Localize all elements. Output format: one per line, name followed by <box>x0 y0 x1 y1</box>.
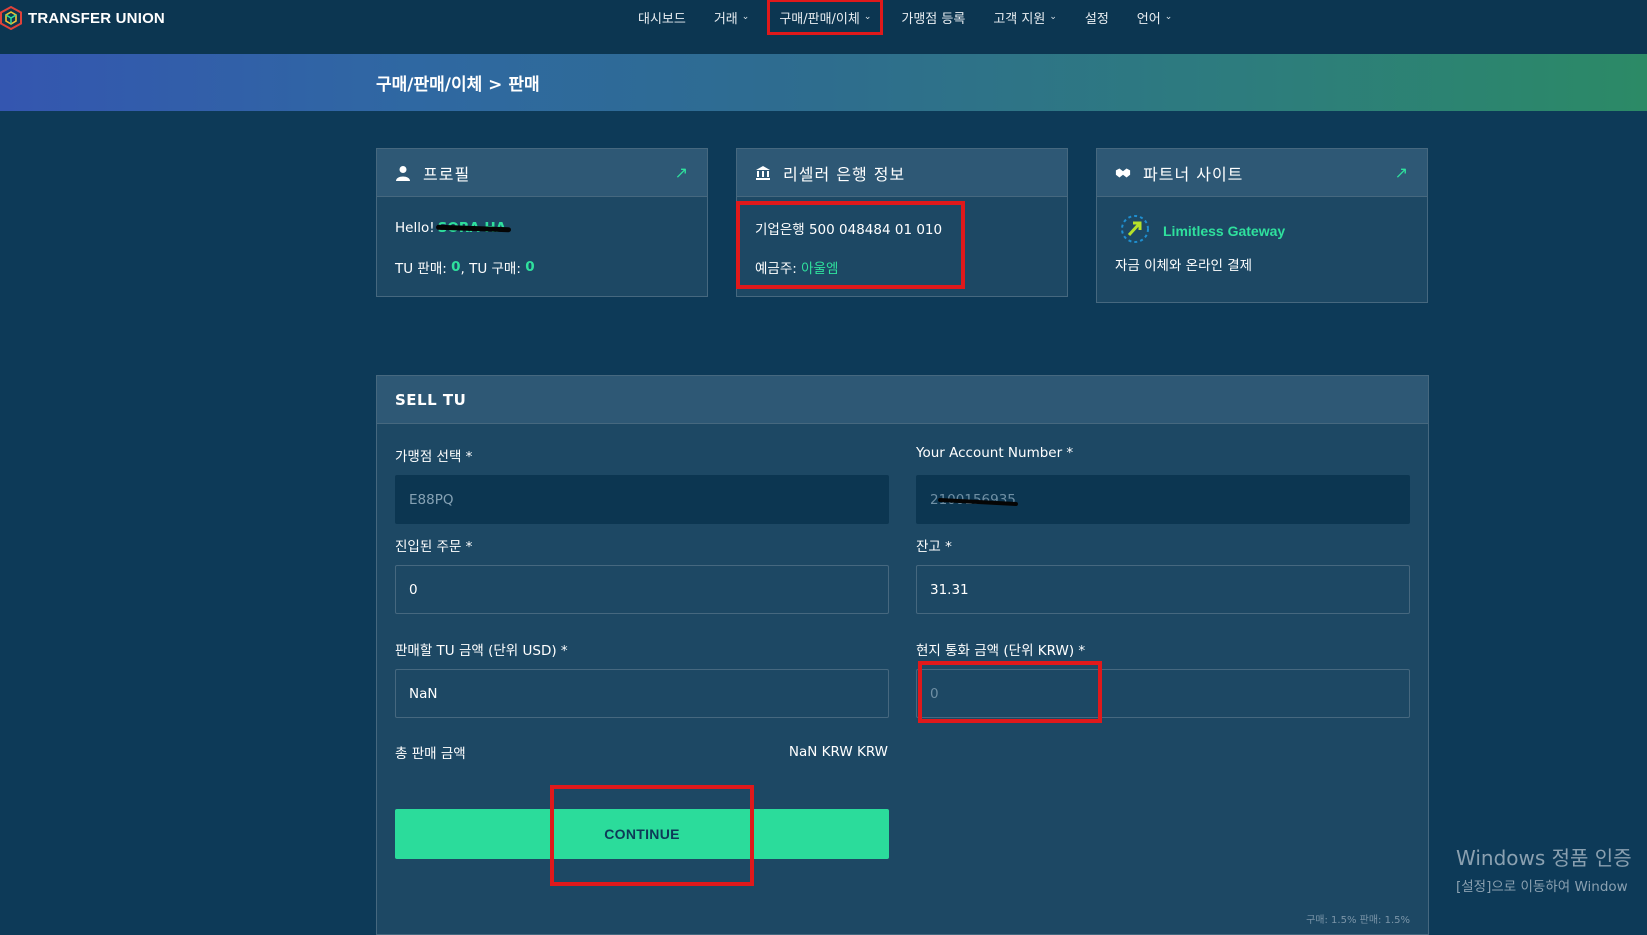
partner-card-title: 파트너 사이트 <box>1143 164 1244 184</box>
windows-activation-watermark: Windows 정품 인증 [설정]으로 이동하여 Window <box>1456 842 1632 895</box>
nav-label: 설정 <box>1084 11 1109 27</box>
main-nav: 대시보드 거래 ⌄ 구매/판매/이체 ⌄ 가맹점 등록 고객 지원 ⌄ 설정 언어 ⌄ <box>630 0 1192 35</box>
tu-sell-label: TU 판매: <box>395 261 447 277</box>
account-number-value: 2100156935 <box>930 491 1016 508</box>
profile-card-header: 프로필 ↗ <box>377 149 707 197</box>
sell-tu-panel: SELL TU 가맹점 선택 * E88PQ Your Account Numb… <box>376 375 1429 935</box>
top-navbar: TRANSFER UNION 대시보드 거래 ⌄ 구매/판매/이체 ⌄ 가맹점 등록… <box>0 0 1647 54</box>
handshake-icon <box>1115 168 1131 177</box>
nav-settings[interactable]: 설정 <box>1077 0 1117 34</box>
balance-label: 잔고 * <box>916 539 952 555</box>
profile-greeting: Hello! SORA HA <box>395 217 689 239</box>
nav-language[interactable]: 언어 ⌄ <box>1129 0 1180 34</box>
chevron-down-icon: ⌄ <box>863 12 872 22</box>
chevron-down-icon: ⌄ <box>741 12 750 22</box>
brand[interactable]: TRANSFER UNION <box>0 6 165 30</box>
profile-card-body: Hello! SORA HA TU 판매: 0, TU 구매: 0 <box>377 197 707 315</box>
external-link-arrow-icon[interactable]: ↗ <box>675 163 689 182</box>
account-number-field[interactable]: 2100156935 <box>916 475 1410 524</box>
chevron-down-icon: ⌄ <box>1164 12 1173 22</box>
entered-order-field[interactable]: 0 <box>395 565 889 614</box>
tu-sell-value: 0 <box>451 259 461 275</box>
nav-label: 구매/판매/이체 <box>779 11 860 27</box>
entered-order-label: 진입된 주문 * <box>395 539 473 555</box>
nav-label: 거래 <box>713 11 738 27</box>
holder-label: 예금주: <box>755 261 797 277</box>
limitless-gateway-logo[interactable]: Limitless Gateway <box>1115 211 1409 251</box>
profile-card: 프로필 ↗ Hello! SORA HA TU 판매: 0, TU 구매: 0 <box>376 148 708 297</box>
external-link-arrow-icon[interactable]: ↗ <box>1395 163 1409 182</box>
nav-customer-support[interactable]: 고객 지원 ⌄ <box>985 0 1065 34</box>
profile-card-title: 프로필 <box>423 164 471 184</box>
hello-text: Hello! <box>395 220 435 236</box>
partner-card-body: Limitless Gateway 자금 이체와 온라인 결제 <box>1097 197 1427 308</box>
holder-value: 아울엠 <box>801 261 839 277</box>
continue-button[interactable]: CONTINUE <box>395 809 889 859</box>
local-amount-label: 현지 통화 금액 (단위 KRW) * <box>916 643 1086 659</box>
chevron-down-icon: ⌄ <box>1049 12 1057 22</box>
local-amount-input[interactable]: 0 <box>916 669 1410 718</box>
fee-rates: 구매: 1.5% 판매: 1.5% <box>1306 915 1410 926</box>
total-sale-label: 총 판매 금액 <box>395 746 466 762</box>
merchant-select-field[interactable]: E88PQ <box>395 475 889 524</box>
nav-merchant-register[interactable]: 가맹점 등록 <box>893 0 973 34</box>
nav-label: 언어 <box>1136 11 1161 27</box>
brand-name: TRANSFER UNION <box>28 9 165 27</box>
nav-dashboard[interactable]: 대시보드 <box>630 0 694 34</box>
nav-label: 대시보드 <box>638 11 686 27</box>
limitless-gateway-logo-icon <box>1121 215 1149 243</box>
tu-buy-value: 0 <box>525 259 535 275</box>
merchant-select-label: 가맹점 선택 * <box>395 449 473 465</box>
balance-value: 31.31 <box>930 581 969 598</box>
reseller-bank-card: 리셀러 은행 정보 기업은행 500 048484 01 010 예금주: 아울… <box>736 148 1068 297</box>
breadcrumb: 구매/판매/이체 > 판매 <box>376 75 540 95</box>
profile-tu-stats: TU 판매: 0, TU 구매: 0 <box>395 256 689 278</box>
entered-order-value: 0 <box>409 581 418 598</box>
partner-name: Limitless Gateway <box>1163 223 1286 239</box>
user-icon <box>396 165 410 181</box>
watermark-title: Windows 정품 인증 <box>1456 846 1632 870</box>
partner-description: 자금 이체와 온라인 결제 <box>1115 258 1253 274</box>
bank-account-line: 기업은행 500 048484 01 010 <box>755 222 943 238</box>
account-number-label: Your Account Number * <box>916 445 1074 461</box>
nav-label: 가맹점 등록 <box>901 11 966 27</box>
sell-tu-title: SELL TU <box>377 376 1428 424</box>
bank-icon <box>756 165 770 180</box>
total-sale-value: NaN KRW KRW <box>788 744 888 760</box>
bank-card-title: 리셀러 은행 정보 <box>783 164 906 184</box>
merchant-value: E88PQ <box>409 491 454 508</box>
balance-field[interactable]: 31.31 <box>916 565 1410 614</box>
redacted-username: SORA HA <box>437 220 507 236</box>
account-holder-line: 예금주: 아울엠 <box>755 256 1049 278</box>
tu-amount-label: 판매할 TU 금액 (단위 USD) * <box>395 643 568 659</box>
tu-amount-value: NaN <box>409 685 438 702</box>
watermark-subtitle: [설정]으로 이동하여 Window <box>1456 879 1628 895</box>
nav-trade[interactable]: 거래 ⌄ <box>706 0 757 34</box>
hexagon-cube-logo-icon <box>0 6 22 30</box>
partner-site-card: 파트너 사이트 ↗ Limitless Gateway 자금 이체와 온라인 결… <box>1096 148 1428 303</box>
page-banner: 구매/판매/이체 > 판매 <box>0 54 1647 111</box>
local-amount-placeholder: 0 <box>930 685 939 702</box>
nav-buy-sell-transfer[interactable]: 구매/판매/이체 ⌄ <box>767 0 884 35</box>
tu-amount-input[interactable]: NaN <box>395 669 889 718</box>
nav-label: 고객 지원 <box>993 11 1046 27</box>
partner-card-header: 파트너 사이트 ↗ <box>1097 149 1427 197</box>
bank-card-body: 기업은행 500 048484 01 010 예금주: 아울엠 <box>737 197 1067 315</box>
bank-card-header: 리셀러 은행 정보 <box>737 149 1067 197</box>
tu-buy-label: , TU 구매: <box>460 261 521 277</box>
